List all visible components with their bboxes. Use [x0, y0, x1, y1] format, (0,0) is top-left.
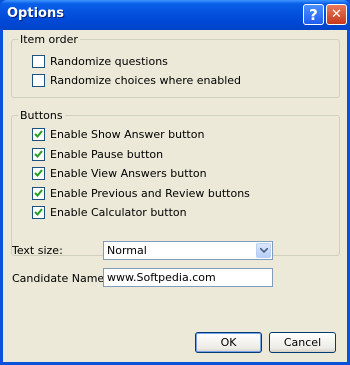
- randomize-choices-option[interactable]: Randomize choices where enabled: [32, 72, 241, 88]
- cancel-button[interactable]: Cancel: [269, 332, 336, 353]
- previous-review-option[interactable]: Enable Previous and Review buttons: [32, 185, 250, 201]
- ok-button-label: OK: [220, 336, 237, 349]
- cancel-button-label: Cancel: [283, 336, 322, 349]
- previous-review-checkbox[interactable]: [32, 186, 45, 200]
- randomize-choices-label: Randomize choices where enabled: [50, 73, 242, 87]
- calculator-option[interactable]: Enable Calculator button: [32, 204, 187, 220]
- item-order-group: Item order Randomize questions Randomize…: [11, 33, 340, 98]
- view-answers-checkbox[interactable]: [32, 166, 45, 180]
- pause-option[interactable]: Enable Pause button: [32, 146, 163, 162]
- close-icon: ✕: [331, 7, 342, 22]
- show-answer-checkbox[interactable]: [32, 127, 45, 141]
- text-size-select[interactable]: Normal: [103, 241, 273, 260]
- show-answer-label: Enable Show Answer button: [50, 127, 205, 141]
- help-button[interactable]: ?: [303, 4, 324, 25]
- window-title: Options: [7, 6, 64, 21]
- randomize-questions-label: Randomize questions: [50, 54, 168, 68]
- chevron-down-icon[interactable]: [256, 243, 271, 258]
- text-size-label: Text size:: [12, 244, 63, 257]
- previous-review-label: Enable Previous and Review buttons: [50, 186, 250, 200]
- candidate-name-label: Candidate Name:: [12, 272, 108, 285]
- dialog-body: Item order Randomize questions Randomize…: [3, 30, 347, 362]
- close-button[interactable]: ✕: [326, 4, 347, 25]
- buttons-legend: Buttons: [18, 109, 65, 122]
- title-bar[interactable]: Options ? ✕: [0, 0, 350, 30]
- calculator-checkbox[interactable]: [32, 205, 45, 219]
- calculator-label: Enable Calculator button: [50, 205, 187, 219]
- options-dialog: Options ? ✕ Item order Randomize questio…: [0, 0, 350, 365]
- ok-button[interactable]: OK: [195, 332, 262, 353]
- show-answer-option[interactable]: Enable Show Answer button: [32, 126, 204, 142]
- view-answers-option[interactable]: Enable View Answers button: [32, 165, 207, 181]
- randomize-choices-checkbox[interactable]: [32, 73, 45, 87]
- buttons-group: Buttons Enable Show Answer button Enable…: [11, 109, 340, 256]
- view-answers-label: Enable View Answers button: [50, 166, 207, 180]
- help-icon: ?: [309, 5, 318, 24]
- text-size-value: Normal: [107, 244, 147, 257]
- candidate-name-input[interactable]: www.Softpedia.com: [103, 268, 273, 287]
- pause-checkbox[interactable]: [32, 147, 45, 161]
- item-order-legend: Item order: [18, 33, 80, 46]
- pause-label: Enable Pause button: [50, 147, 164, 161]
- randomize-questions-option[interactable]: Randomize questions: [32, 53, 168, 69]
- randomize-questions-checkbox[interactable]: [32, 54, 45, 68]
